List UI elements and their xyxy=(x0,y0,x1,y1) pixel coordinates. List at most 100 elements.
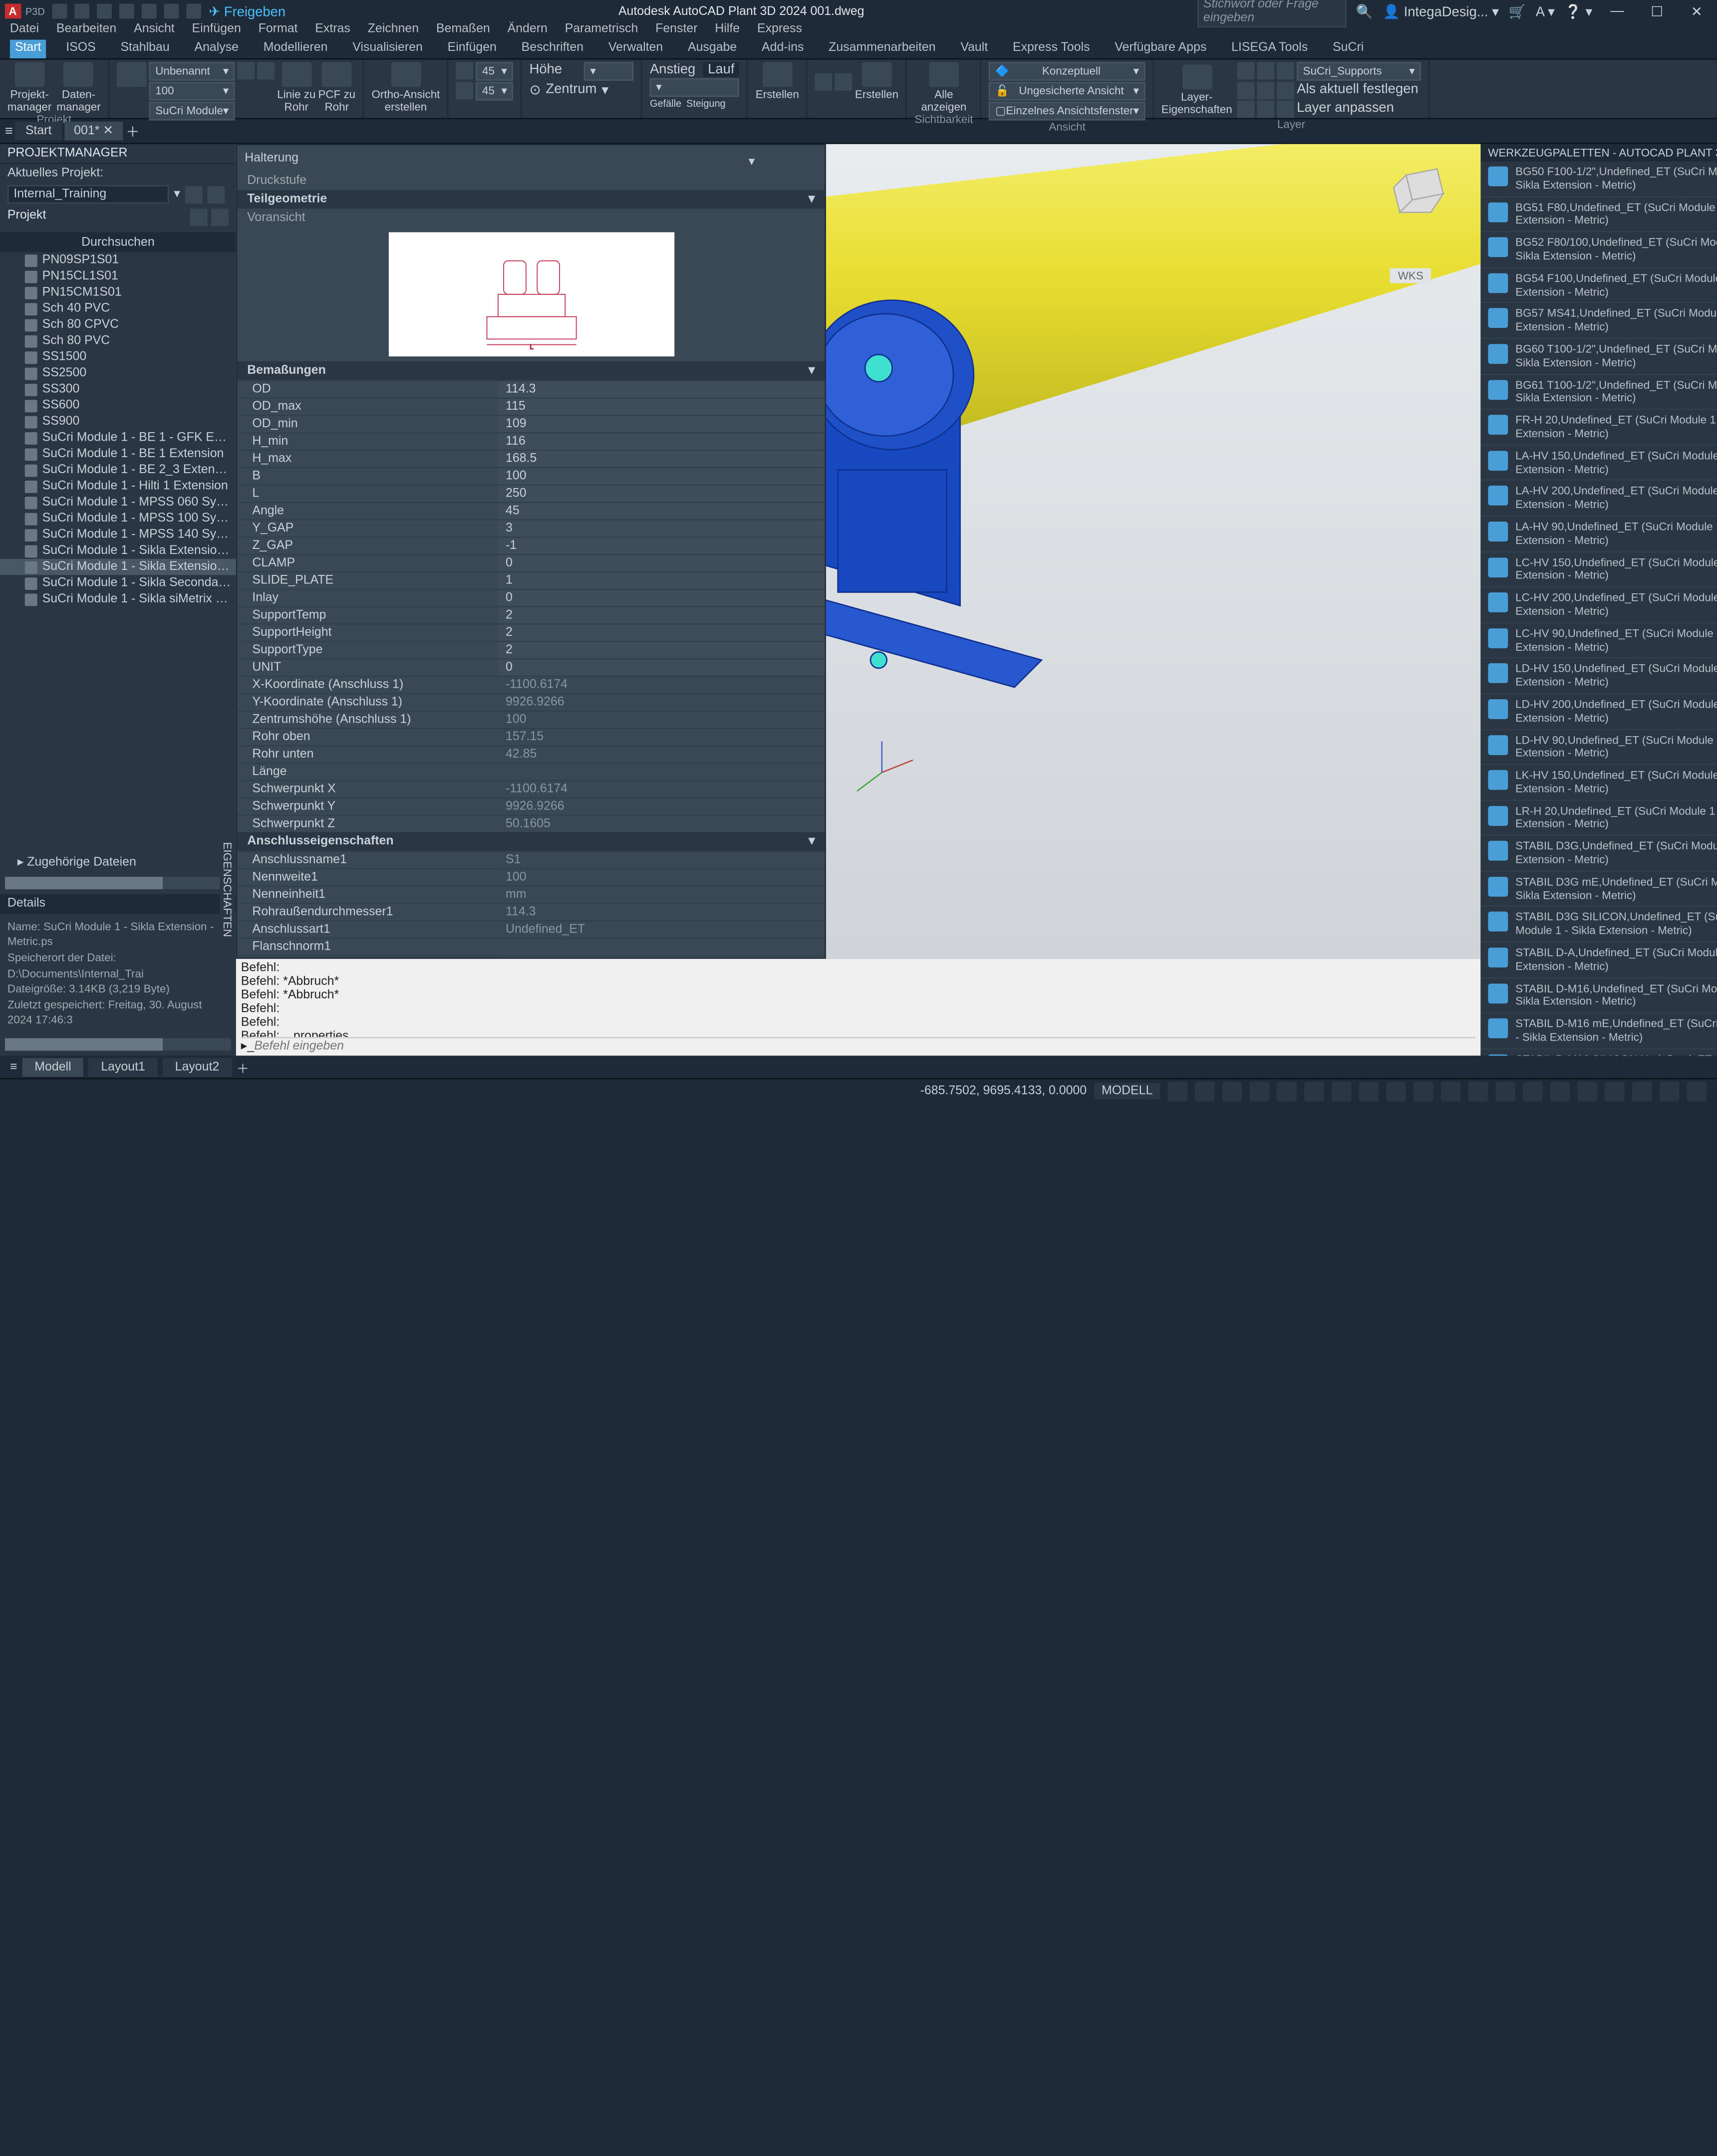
palette-item[interactable]: LA-HV 90,Undefined_ET (SuCri Module 1 - … xyxy=(1480,517,1717,552)
prop-row[interactable]: SupportHeight2 xyxy=(237,623,825,641)
status-icon[interactable] xyxy=(1386,1081,1406,1101)
ribbon-tab-vault[interactable]: Vault xyxy=(955,40,993,58)
ribbon-tool-icon[interactable] xyxy=(257,62,275,79)
menu-fenster[interactable]: Fenster xyxy=(655,22,697,40)
prop-value[interactable]: 0 xyxy=(498,590,825,606)
menu-extras[interactable]: Extras xyxy=(315,22,350,40)
palette-item[interactable]: LC-HV 150,Undefined_ET (SuCri Module 1 -… xyxy=(1480,552,1717,587)
prop-value[interactable]: 116 xyxy=(498,433,825,449)
ribbon-tab-analyse[interactable]: Analyse xyxy=(190,40,244,58)
menu-express[interactable]: Express xyxy=(757,22,802,40)
anstieg-tab[interactable]: Anstieg xyxy=(650,62,695,77)
layer-dropdown[interactable]: SuCri_Supports xyxy=(1297,62,1421,80)
tree-item[interactable]: SS900 xyxy=(0,414,236,430)
prop-row[interactable]: SupportTemp2 xyxy=(237,606,825,623)
menu-datei[interactable]: Datei xyxy=(10,22,39,40)
unbenannt-dropdown[interactable]: Unbenannt xyxy=(149,62,235,80)
hohe-dropdown[interactable] xyxy=(584,62,634,80)
palette-item[interactable]: STABIL D-M16 SILICON,Undefined_ET (SuCri… xyxy=(1480,1049,1717,1056)
menu-ansicht[interactable]: Ansicht xyxy=(134,22,175,40)
prop-value[interactable]: 2 xyxy=(498,625,825,641)
share-button[interactable]: ✈ Freigeben xyxy=(209,3,286,19)
ribbon-tool-icon[interactable] xyxy=(835,73,853,90)
prop-row[interactable]: SLIDE_PLATE1 xyxy=(237,571,825,589)
prop-row[interactable]: Z_GAP-1 xyxy=(237,537,825,554)
status-icon[interactable] xyxy=(1660,1081,1680,1101)
tree-scrollbar[interactable] xyxy=(5,876,231,889)
chevron-down-icon[interactable]: ▾ xyxy=(749,155,755,169)
ribbon-tab-isos[interactable]: ISOS xyxy=(61,40,100,58)
menu-bemaßen[interactable]: Bemaßen xyxy=(436,22,490,40)
prop-value[interactable]: -1 xyxy=(498,538,825,554)
prop-row[interactable]: OD_max115 xyxy=(237,397,825,415)
prop-row[interactable]: UNIT0 xyxy=(237,658,825,676)
app-menu-icon[interactable]: A ▾ xyxy=(1536,3,1555,19)
prop-value[interactable]: 45 xyxy=(498,503,825,519)
palette-item[interactable]: LD-HV 200,Undefined_ET (SuCri Module 1 -… xyxy=(1480,694,1717,730)
menu-zeichnen[interactable]: Zeichnen xyxy=(368,22,419,40)
prop-row[interactable]: Y_GAP3 xyxy=(237,519,825,537)
palette-item[interactable]: LD-HV 90,Undefined_ET (SuCri Module 1 - … xyxy=(1480,730,1717,765)
prop-value[interactable]: 250 xyxy=(498,486,825,502)
status-icon[interactable] xyxy=(1441,1081,1461,1101)
prop-row[interactable]: Angle45 xyxy=(237,502,825,519)
anstieg-dropdown[interactable] xyxy=(650,78,739,97)
status-icon[interactable] xyxy=(1222,1081,1242,1101)
prop-row[interactable]: L250 xyxy=(237,485,825,502)
start-tab[interactable]: Start xyxy=(15,122,61,140)
tree-item[interactable]: Sch 80 CPVC xyxy=(0,317,236,333)
status-icon[interactable] xyxy=(1523,1081,1543,1101)
palette-item[interactable]: BG54 F100,Undefined_ET (SuCri Module 1 -… xyxy=(1480,268,1717,303)
durchsuchen-input[interactable]: Durchsuchen xyxy=(0,234,236,252)
tree-item[interactable]: Sch 80 PVC xyxy=(0,333,236,349)
als-aktuell-button[interactable]: Als aktuell festlegen xyxy=(1297,82,1418,99)
command-input[interactable] xyxy=(254,1040,1475,1053)
ribbon-tab-modellieren[interactable]: Modellieren xyxy=(259,40,333,58)
layer-ic[interactable] xyxy=(1277,82,1294,99)
prop-value[interactable]: 3 xyxy=(498,521,825,537)
bemassungen-header[interactable]: Bemaßungen▾ xyxy=(237,361,825,380)
help-icon[interactable]: ❔ ▾ xyxy=(1565,3,1592,19)
status-icon[interactable] xyxy=(1167,1081,1187,1101)
menu-hilfe[interactable]: Hilfe xyxy=(715,22,740,40)
status-icon[interactable] xyxy=(1277,1081,1297,1101)
ribbon-tab-visualisieren[interactable]: Visualisieren xyxy=(347,40,428,58)
status-icon[interactable] xyxy=(1249,1081,1269,1101)
status-icon[interactable] xyxy=(1687,1081,1707,1101)
status-icon[interactable] xyxy=(1550,1081,1570,1101)
eigenschaften-tab[interactable]: EIGENSCHAFTEN xyxy=(220,835,235,945)
layout1-tab[interactable]: Layout1 xyxy=(88,1058,157,1076)
prop-row[interactable]: OD114.3 xyxy=(237,380,825,397)
ribbon-tab-zusammenarbeiten[interactable]: Zusammenarbeiten xyxy=(824,40,940,58)
palette-item[interactable]: BG52 F80/100,Undefined_ET (SuCri Module … xyxy=(1480,233,1717,268)
layer-ic[interactable] xyxy=(1257,62,1274,79)
prop-value[interactable]: 1 xyxy=(498,572,825,588)
palette-item[interactable]: BG50 F100-1/2",Undefined_ET (SuCri Modul… xyxy=(1480,162,1717,197)
prop-value[interactable]: 2 xyxy=(498,642,825,658)
angle-dropdown[interactable]: 45 xyxy=(476,62,514,80)
prop-value[interactable]: 100 xyxy=(498,468,825,484)
tree-item[interactable]: SuCri Module 1 - BE 1 Extension xyxy=(0,446,236,462)
palette-item[interactable]: LA-HV 150,Undefined_ET (SuCri Module 1 -… xyxy=(1480,446,1717,481)
ribbon-tab-verwalten[interactable]: Verwalten xyxy=(603,40,668,58)
palette-item[interactable]: BG60 T100-1/2",Undefined_ET (SuCri Modul… xyxy=(1480,339,1717,374)
tree-item[interactable]: SuCri Module 1 - Sikla siMetrix - Metric xyxy=(0,591,236,607)
status-icon[interactable] xyxy=(1605,1081,1625,1101)
prop-value[interactable]: 114.3 xyxy=(498,381,825,397)
prop-value[interactable]: 0 xyxy=(498,659,825,675)
print-icon[interactable] xyxy=(208,186,225,203)
menu-format[interactable]: Format xyxy=(259,22,298,40)
modell-tab[interactable]: Modell xyxy=(22,1058,83,1076)
prop-row[interactable]: SupportType2 xyxy=(237,641,825,658)
tree-item[interactable]: SS1500 xyxy=(0,349,236,365)
tree-item[interactable]: SuCri Module 1 - BE 2_3 Extension xyxy=(0,462,236,478)
size-dropdown[interactable]: 100 xyxy=(149,82,235,100)
palette-item[interactable]: LD-HV 150,Undefined_ET (SuCri Module 1 -… xyxy=(1480,659,1717,694)
palette-item[interactable]: STABIL D-M16,Undefined_ET (SuCri Module … xyxy=(1480,978,1717,1014)
prop-value[interactable]: 0 xyxy=(498,555,825,571)
ribbon-tab-beschriften[interactable]: Beschriften xyxy=(517,40,588,58)
qat-save-icon[interactable] xyxy=(97,3,112,18)
prop-row[interactable]: H_min116 xyxy=(237,432,825,450)
ribbon-tab-start[interactable]: Start xyxy=(10,40,46,58)
data-manager-button[interactable]: Daten- manager xyxy=(56,62,100,113)
